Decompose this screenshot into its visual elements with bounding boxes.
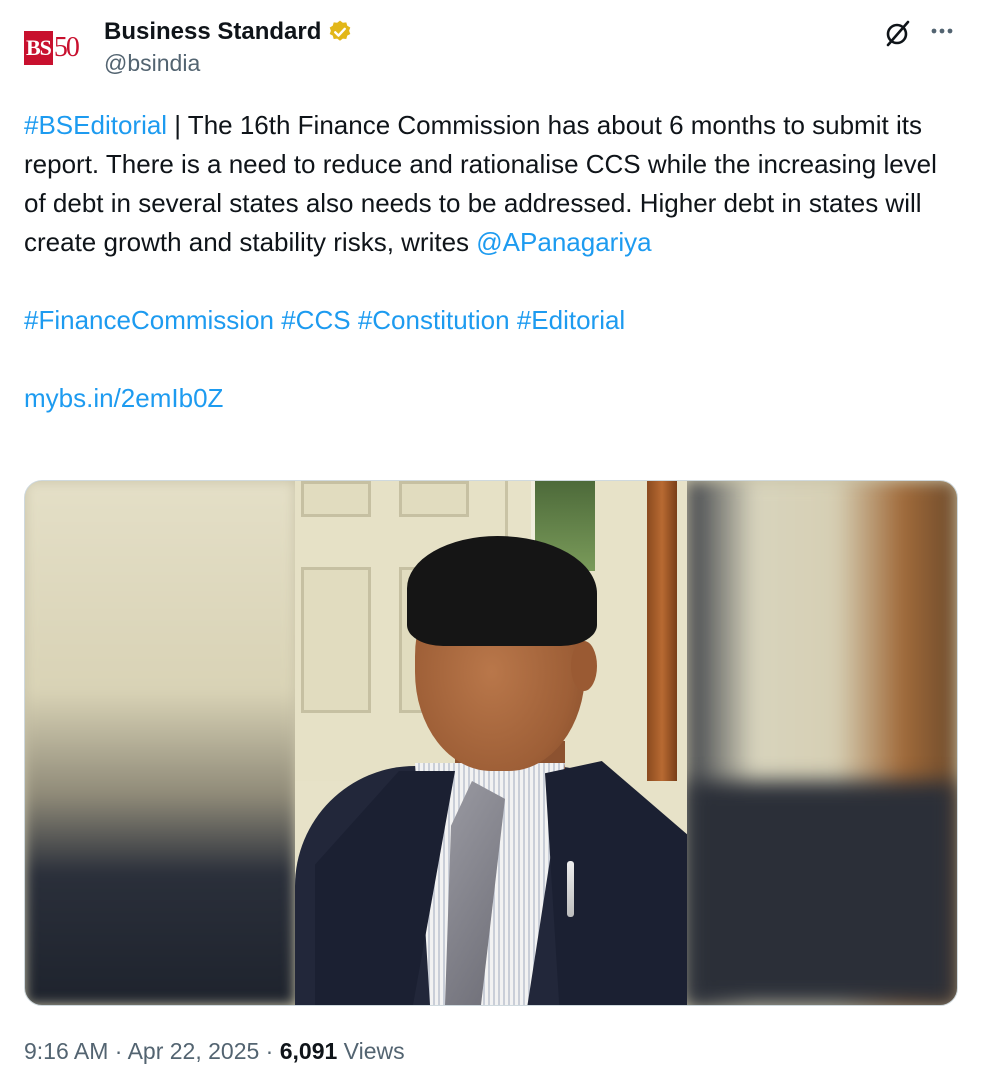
tweet-time[interactable]: 9:16 AM xyxy=(24,1038,108,1064)
display-name[interactable]: Business Standard xyxy=(104,18,321,46)
hair xyxy=(407,536,597,646)
wooden-post xyxy=(647,481,677,781)
hashtag-row: #FinanceCommission #CCS #Constitution #E… xyxy=(24,301,964,340)
tweet-meta: 9:16 AM · Apr 22, 2025 · 6,091 Views xyxy=(24,1038,405,1064)
portrait-photo xyxy=(295,481,687,1005)
hashtag-editorial[interactable]: #Editorial xyxy=(517,305,625,335)
user-block: Business Standard @bsindia xyxy=(104,16,353,77)
hashtag-financecommission[interactable]: #FinanceCommission xyxy=(24,305,274,335)
handle[interactable]: @bsindia xyxy=(104,50,353,77)
avatar-logo-bs: BS xyxy=(24,31,53,65)
tweet-link[interactable]: mybs.in/2emIb0Z xyxy=(24,383,223,413)
grok-icon[interactable] xyxy=(883,18,913,48)
tweet-date[interactable]: Apr 22, 2025 xyxy=(128,1038,260,1064)
mention-apanagariya[interactable]: @APanagariya xyxy=(476,227,651,257)
hashtag-ccs[interactable]: #CCS xyxy=(281,305,350,335)
media-blur-right-dark xyxy=(687,781,957,1005)
hashtag-constitution[interactable]: #Constitution xyxy=(358,305,510,335)
avatar-logo-50: 50 xyxy=(53,32,80,63)
hashtag-bseditorial[interactable]: #BSEditorial xyxy=(24,110,167,140)
pen xyxy=(567,861,574,917)
views-count: 6,091 xyxy=(279,1038,338,1064)
views-label: Views xyxy=(337,1038,405,1064)
tweet-media-image[interactable] xyxy=(24,480,958,1006)
name-row: Business Standard xyxy=(104,16,353,48)
tweet: BS 50 Business Standard @bsindia #BSEdit… xyxy=(0,0,986,1068)
link-row: mybs.in/2emIb0Z xyxy=(24,379,964,418)
avatar[interactable]: BS 50 xyxy=(24,26,92,70)
tweet-text: #BSEditorial | The 16th Finance Commissi… xyxy=(24,106,964,418)
media-blur-left xyxy=(25,481,295,1005)
tweet-body-paragraph: #BSEditorial | The 16th Finance Commissi… xyxy=(24,106,964,262)
verified-badge-icon[interactable] xyxy=(327,19,353,45)
more-icon[interactable] xyxy=(928,16,958,46)
